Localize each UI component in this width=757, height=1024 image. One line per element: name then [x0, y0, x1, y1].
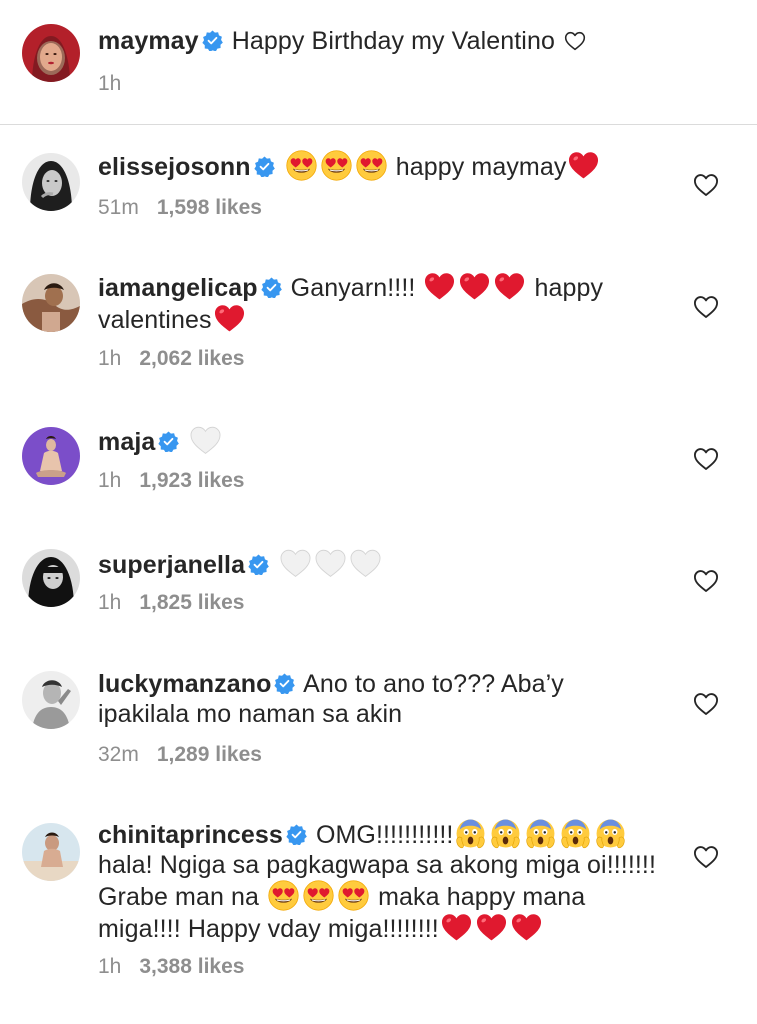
comment-text-block: elissejosonn happy maymay — [98, 150, 678, 182]
comment-meta: 32m 1,289 likes — [98, 743, 262, 767]
like-count[interactable]: 1,289 likes — [157, 743, 262, 766]
red-heart-emoji-icon — [424, 271, 455, 302]
comment-item: iamangelicap Ganyarn!!!! happy valentine… — [0, 266, 757, 386]
avatar[interactable] — [22, 24, 80, 82]
comment-username[interactable]: superjanella — [98, 551, 245, 579]
caption-username[interactable]: maymay — [98, 27, 199, 55]
screaming-face-emoji-icon — [560, 818, 591, 849]
like-count[interactable]: 3,388 likes — [139, 955, 244, 978]
red-heart-emoji-icon — [511, 912, 542, 943]
comment-item: superjanella 1h 1,825 likes — [0, 545, 757, 635]
comment-text-block: superjanella — [98, 548, 658, 580]
red-heart-emoji-icon — [459, 271, 490, 302]
post-caption: maymay Happy Birthday my Valentino 1h — [0, 0, 757, 125]
comment-text-block: maja — [98, 425, 658, 457]
caption-text-block: maymay Happy Birthday my Valentino — [98, 26, 718, 56]
screaming-face-emoji-icon — [455, 818, 486, 849]
comment-item: luckymanzano Ano to ano to??? Aba’y ipak… — [0, 668, 757, 778]
avatar[interactable] — [22, 427, 80, 485]
screaming-face-emoji-icon — [490, 818, 521, 849]
comment-text-prefix: Ganyarn!!!! — [290, 274, 416, 302]
white-heart-emoji-icon — [190, 425, 221, 456]
verified-badge-icon — [254, 156, 275, 177]
comment-username[interactable]: maja — [98, 428, 155, 456]
like-button-heart-icon[interactable] — [693, 173, 719, 197]
heart-eyes-emoji-icon — [321, 150, 352, 181]
red-heart-emoji-icon — [441, 912, 472, 943]
avatar[interactable] — [22, 671, 80, 729]
caption-meta: 1h — [98, 72, 121, 96]
avatar[interactable] — [22, 823, 80, 881]
timestamp: 32m — [98, 743, 139, 766]
white-heart-emoji-icon — [350, 548, 381, 579]
verified-badge-icon — [274, 673, 295, 694]
timestamp: 1h — [98, 955, 122, 978]
like-button-heart-icon[interactable] — [693, 295, 719, 319]
heart-eyes-emoji-icon — [268, 880, 299, 911]
comment-meta: 51m 1,598 likes — [98, 196, 262, 220]
verified-badge-icon — [202, 30, 223, 51]
comment-meta: 1h 1,923 likes — [98, 469, 244, 493]
comment-item: maja 1h 1,923 likes — [0, 422, 757, 512]
red-heart-emoji-icon — [214, 303, 245, 334]
like-count[interactable]: 2,062 likes — [139, 347, 244, 370]
comment-text-block: iamangelicap Ganyarn!!!! happy valentine… — [98, 271, 658, 335]
comment-meta: 1h 1,825 likes — [98, 591, 244, 615]
like-button-heart-icon[interactable] — [693, 845, 719, 869]
heart-eyes-emoji-icon — [303, 880, 334, 911]
verified-badge-icon — [158, 431, 179, 452]
timestamp: 1h — [98, 591, 122, 614]
red-heart-emoji-icon — [476, 912, 507, 943]
timestamp: 1h — [98, 72, 122, 95]
like-button-heart-icon[interactable] — [693, 692, 719, 716]
like-count[interactable]: 1,825 likes — [139, 591, 244, 614]
heart-eyes-emoji-icon — [356, 150, 387, 181]
comment-text-part-a: OMG!!!!!!!!!!! — [315, 821, 454, 849]
avatar[interactable] — [22, 274, 80, 332]
timestamp: 51m — [98, 196, 139, 219]
like-count[interactable]: 1,923 likes — [139, 469, 244, 492]
comment-text-block: luckymanzano Ano to ano to??? Aba’y ipak… — [98, 669, 638, 729]
comment-item: elissejosonn happy maymay 51m 1,598 likes — [0, 146, 757, 246]
white-heart-emoji-icon — [280, 548, 311, 579]
white-heart-outline-icon — [564, 31, 586, 51]
screaming-face-emoji-icon — [525, 818, 556, 849]
timestamp: 1h — [98, 469, 122, 492]
like-count[interactable]: 1,598 likes — [157, 196, 262, 219]
comment-username[interactable]: chinitaprincess — [98, 821, 283, 849]
white-heart-emoji-icon — [315, 548, 346, 579]
comment-text-block: chinitaprincess OMG!!!!!!!!!!! hala! Ngi… — [98, 818, 663, 944]
verified-badge-icon — [261, 277, 282, 298]
comment-username[interactable]: luckymanzano — [98, 670, 271, 698]
comment-text: happy maymay — [395, 153, 567, 181]
comment-username[interactable]: iamangelicap — [98, 274, 258, 302]
screaming-face-emoji-icon — [595, 818, 626, 849]
red-heart-emoji-icon — [494, 271, 525, 302]
comment-item: chinitaprincess OMG!!!!!!!!!!! hala! Ngi… — [0, 815, 757, 1005]
avatar[interactable] — [22, 549, 80, 607]
heart-eyes-emoji-icon — [338, 880, 369, 911]
comment-meta: 1h 2,062 likes — [98, 347, 244, 371]
verified-badge-icon — [248, 554, 269, 575]
verified-badge-icon — [286, 824, 307, 845]
red-heart-emoji-icon — [568, 150, 599, 181]
heart-eyes-emoji-icon — [286, 150, 317, 181]
comment-meta: 1h 3,388 likes — [98, 955, 244, 979]
timestamp: 1h — [98, 347, 122, 370]
avatar[interactable] — [22, 153, 80, 211]
like-button-heart-icon[interactable] — [693, 569, 719, 593]
caption-text: Happy Birthday my Valentino — [231, 27, 555, 55]
comment-username[interactable]: elissejosonn — [98, 153, 251, 181]
like-button-heart-icon[interactable] — [693, 447, 719, 471]
